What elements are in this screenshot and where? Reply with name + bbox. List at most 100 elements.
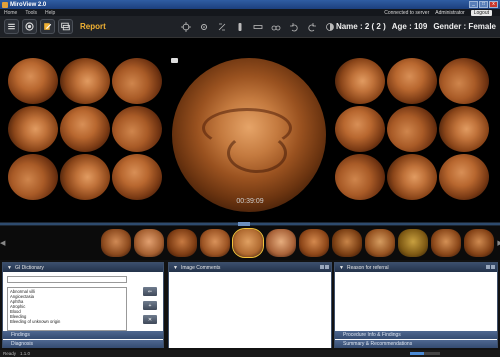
frame-thumbnail[interactable]: [112, 154, 162, 200]
main-capsule-image[interactable]: [172, 58, 326, 212]
maximize-button[interactable]: □: [479, 1, 488, 8]
image-comments-title: Image Comments: [180, 264, 221, 271]
user-name: Administrator: [435, 9, 465, 16]
toolbar: Report Name : 2 ( 2 ) Age : 109 Gender :…: [0, 16, 500, 38]
report-label[interactable]: Report: [80, 22, 106, 31]
window-controls: _ □ x: [469, 1, 498, 8]
undo-icon[interactable]: [288, 21, 300, 33]
frame-thumbnail[interactable]: [8, 58, 58, 104]
crosshair-icon[interactable]: [180, 21, 192, 33]
collapse-icon[interactable]: ▼: [339, 265, 344, 271]
filmstrip-frame[interactable]: [101, 229, 132, 257]
image-comments-header: ▼ Image Comments: [169, 263, 331, 272]
filmstrip-frame[interactable]: [431, 229, 462, 257]
image-viewer: 00:39:09: [0, 38, 500, 226]
frame-thumbnail[interactable]: [112, 106, 162, 152]
frame-thumbnail[interactable]: [60, 154, 110, 200]
frame-thumbnail[interactable]: [112, 58, 162, 104]
filmstrip-frame[interactable]: [266, 229, 297, 257]
chat-icon[interactable]: [58, 19, 73, 34]
flip-icon[interactable]: [216, 21, 228, 33]
status-progress: [410, 350, 440, 357]
expand-icon[interactable]: [491, 265, 495, 269]
reason-textarea[interactable]: [335, 272, 497, 330]
frame-thumbnail[interactable]: [335, 154, 385, 200]
gi-term-list[interactable]: Abnormal villi Angioectasia Aphtha Atrop…: [7, 287, 127, 331]
contrast-icon[interactable]: [324, 21, 336, 33]
filmstrip-frame[interactable]: [167, 229, 198, 257]
filmstrip-items: [101, 228, 495, 258]
frame-thumbnail[interactable]: [60, 58, 110, 104]
gi-dictionary-header: ▼ GI Dictionary: [3, 263, 163, 272]
binoculars-icon[interactable]: [270, 21, 282, 33]
menu-help[interactable]: Help: [45, 10, 55, 16]
menu-tools[interactable]: Tools: [25, 10, 37, 16]
frame-thumbnail[interactable]: [60, 106, 110, 152]
ruler-icon[interactable]: [252, 21, 264, 33]
findings-section[interactable]: Findings: [3, 331, 163, 339]
collapse-icon[interactable]: ▼: [7, 265, 12, 271]
version-text: 1.1.0: [20, 351, 31, 356]
filmstrip-frame[interactable]: [365, 229, 396, 257]
frame-thumbnail[interactable]: [387, 58, 437, 104]
collapse-icon[interactable]: ▼: [173, 265, 178, 271]
filmstrip-frame[interactable]: [134, 229, 165, 257]
filmstrip-frame[interactable]: [299, 229, 330, 257]
enhance-icon[interactable]: [234, 21, 246, 33]
list-item[interactable]: Bleeding of unknown origin: [10, 319, 124, 324]
settings-icon[interactable]: [198, 21, 210, 33]
logout-button[interactable]: Logout: [470, 9, 492, 16]
patient-gender: Gender : Female: [433, 22, 496, 31]
frame-thumbnail[interactable]: [335, 58, 385, 104]
reason-title: Reason for referral: [346, 264, 389, 271]
menu-icon[interactable]: [4, 19, 19, 34]
window-title: MiroView 2.0: [10, 1, 47, 8]
filmstrip-frame-selected[interactable]: [232, 228, 265, 258]
frame-thumbnail[interactable]: [387, 154, 437, 200]
menu-bar: Home Tools Help Connected to server Admi…: [0, 9, 500, 16]
redo-icon[interactable]: [306, 21, 318, 33]
status-bar: Ready 1.1.0: [0, 350, 500, 357]
panel-controls: [320, 265, 329, 269]
right-frame-grid: [335, 58, 489, 200]
bottom-panels: ▼ GI Dictionary Abnormal villi Angioecta…: [0, 260, 500, 350]
filmstrip-frame[interactable]: [464, 229, 495, 257]
minimize-button[interactable]: _: [469, 1, 478, 8]
gi-search-input[interactable]: [7, 276, 127, 283]
gi-dictionary-title: GI Dictionary: [14, 264, 44, 271]
frame-thumbnail[interactable]: [8, 106, 58, 152]
image-comments-textarea[interactable]: [169, 272, 331, 348]
delete-term-button[interactable]: ✕: [143, 315, 157, 324]
mucosal-fold: [227, 133, 287, 173]
filmstrip-frame[interactable]: [200, 229, 231, 257]
frame-thumbnail[interactable]: [335, 106, 385, 152]
expand-icon[interactable]: [325, 265, 329, 269]
filmstrip-frame[interactable]: [332, 229, 363, 257]
filmstrip-frame[interactable]: [398, 229, 429, 257]
pin-icon[interactable]: [486, 265, 490, 269]
procedure-info-section[interactable]: Procedure Info & Findings: [335, 331, 497, 339]
filmstrip-prev-icon[interactable]: ◀: [0, 229, 5, 257]
frame-thumbnail[interactable]: [439, 106, 489, 152]
frame-thumbnail[interactable]: [387, 106, 437, 152]
summary-section[interactable]: Summary & Recommendations: [335, 340, 497, 348]
left-frame-grid: [8, 58, 162, 200]
pin-icon[interactable]: [320, 265, 324, 269]
capsule-icon[interactable]: [22, 19, 37, 34]
insert-term-button[interactable]: ⇐: [143, 287, 157, 296]
progress-fill: [410, 352, 424, 355]
frame-thumbnail[interactable]: [8, 154, 58, 200]
connection-status: Connected to server Administrator Logout: [384, 9, 492, 16]
frame-thumbnail[interactable]: [439, 58, 489, 104]
camera-icon[interactable]: [171, 58, 178, 63]
gi-action-buttons: ⇐ + ✕: [143, 287, 157, 324]
diagnosis-section[interactable]: Diagnosis: [3, 340, 163, 348]
close-button[interactable]: x: [489, 1, 498, 8]
add-term-button[interactable]: +: [143, 301, 157, 310]
report-edit-icon[interactable]: [40, 19, 55, 34]
frame-thumbnail[interactable]: [439, 154, 489, 200]
reason-header: ▼ Reason for referral: [335, 263, 497, 272]
timeline-track[interactable]: [0, 223, 500, 225]
menu-home[interactable]: Home: [4, 10, 17, 16]
viewer-tools: [180, 20, 336, 34]
